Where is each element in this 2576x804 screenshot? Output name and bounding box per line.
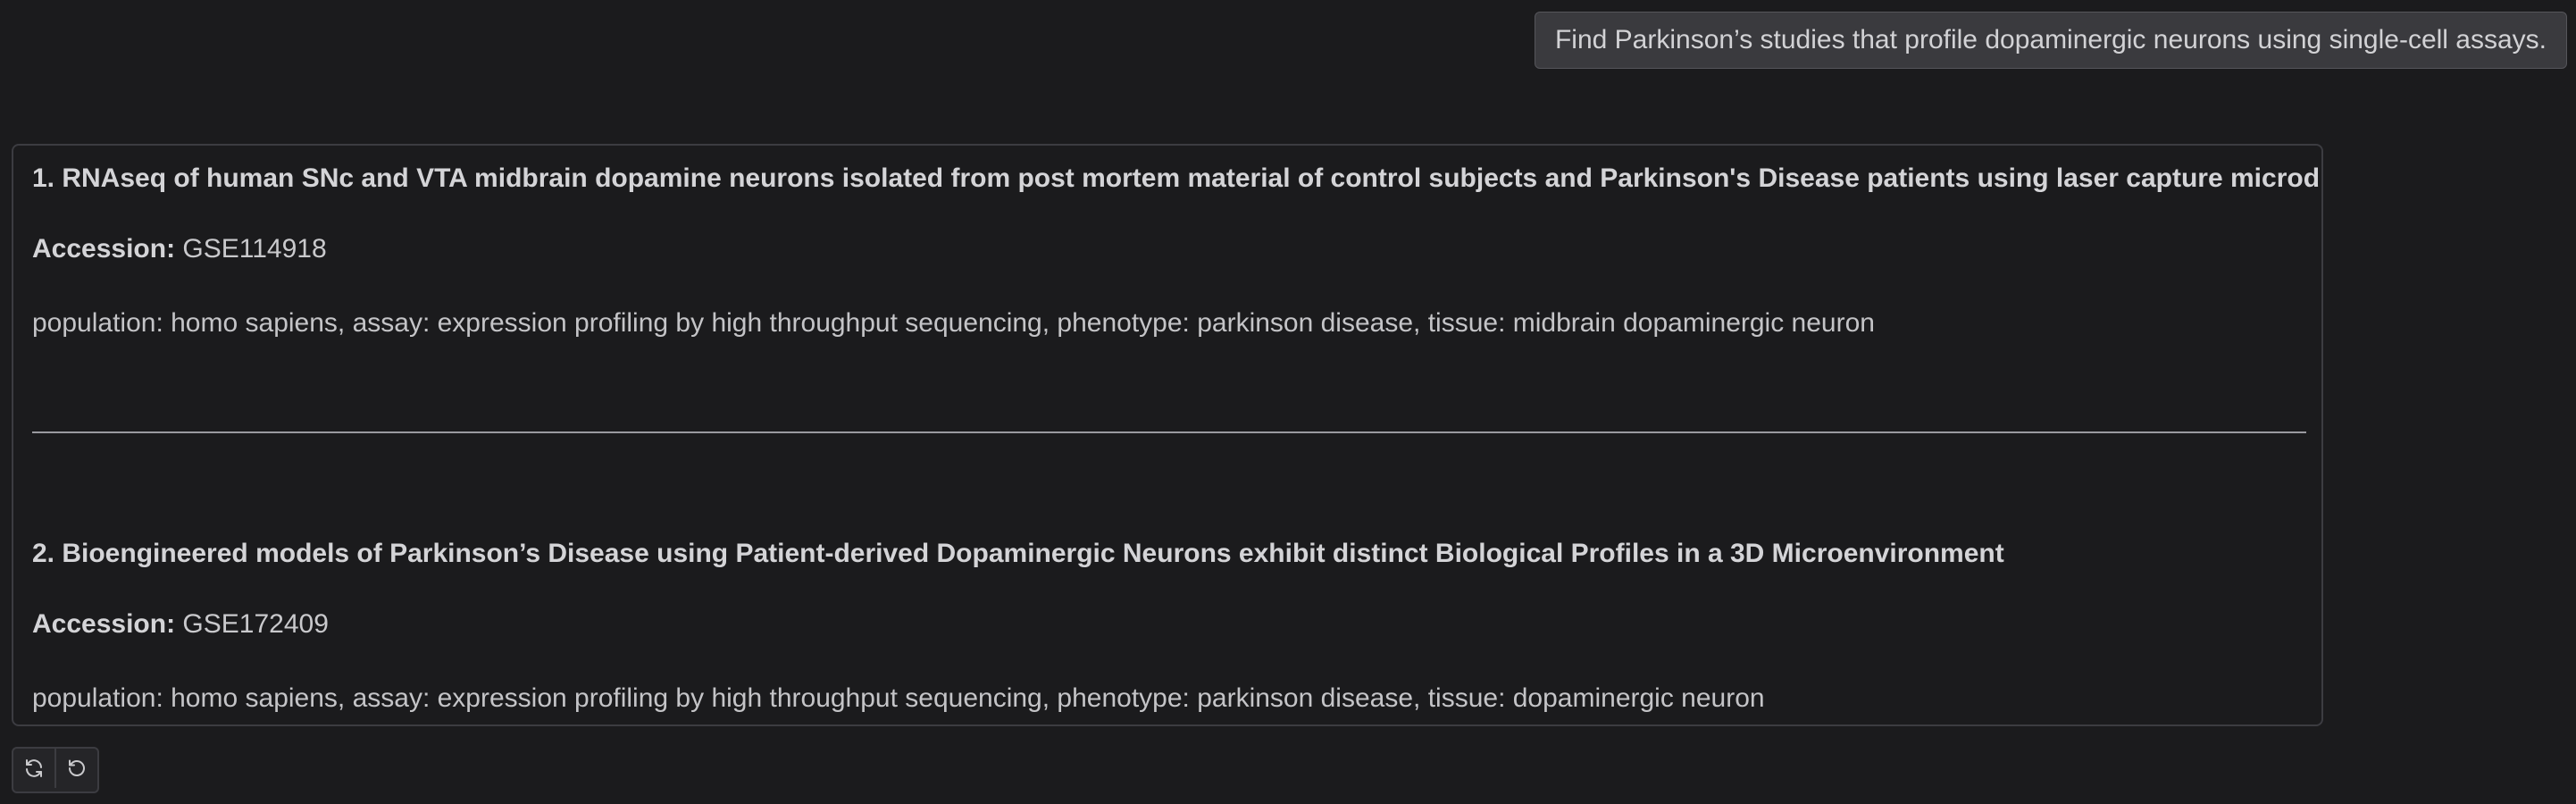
user-message-bubble: Find Parkinson’s studies that profile do…: [1534, 12, 2567, 69]
user-message-text: Find Parkinson’s studies that profile do…: [1554, 25, 2547, 54]
accession-value: GSE114918: [182, 234, 327, 264]
reset-button[interactable]: [54, 749, 97, 788]
assistant-response-card: 1. RNAseq of human SNc and VTA midbrain …: [12, 144, 2323, 726]
result-title: 2. Bioengineered models of Parkinson’s D…: [32, 539, 2004, 568]
result-metadata: population: homo sapiens, assay: express…: [32, 683, 1765, 713]
result-accession: Accession: GSE114918: [32, 234, 327, 264]
refresh-icon: [26, 759, 42, 777]
result-title: 1. RNAseq of human SNc and VTA midbrain …: [32, 163, 2323, 193]
result-divider: [32, 431, 2306, 433]
accession-value: GSE172409: [182, 609, 329, 639]
undo-icon: [69, 759, 85, 776]
response-actions: [12, 747, 99, 793]
accession-label: Accession:: [32, 234, 176, 264]
result-accession: Accession: GSE172409: [32, 609, 329, 640]
result-metadata: population: homo sapiens, assay: express…: [32, 308, 1875, 338]
regenerate-button[interactable]: [13, 749, 54, 788]
accession-label: Accession:: [32, 609, 176, 639]
